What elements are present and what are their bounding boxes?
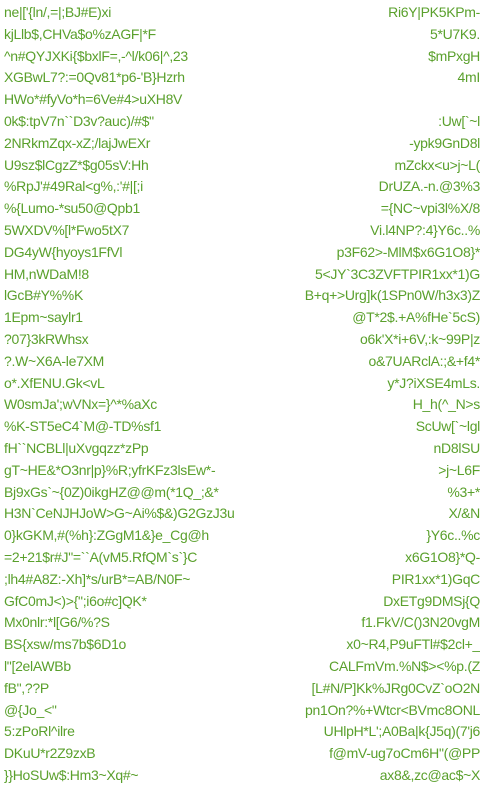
right-text-line: UHlpH*L';A0Ba|k{J5q)(7'j6 <box>323 723 480 740</box>
right-text-line: %3+* <box>447 483 480 500</box>
right-text-line: 5<JY`3C3ZVFTPIR1xx*1)G <box>315 265 480 282</box>
right-text-line: mZckx<u>j~L( <box>394 156 480 173</box>
right-text-line: ={NC~vpi3l%X/8 <box>380 200 480 217</box>
right-text-line: >j~L6F <box>438 461 480 478</box>
right-text-line: y*J?iXSE4mLs. <box>387 374 480 391</box>
right-text-line: x6G1O8}*Q- <box>405 548 480 565</box>
right-text-line: @T*2$.+A%fHe`5cS) <box>352 309 480 326</box>
right-text-line: H_h(^_N>s <box>412 396 480 413</box>
right-text-line: DxETg9DMSj{Q <box>383 592 480 609</box>
right-text-line: o&7UARclA:;&+f4* <box>368 352 480 369</box>
right-text-line: 4mI <box>457 69 480 86</box>
right-text-line: x0~R4,P9uFTl#$2cl+_ <box>346 636 480 653</box>
right-text-line: nD8lSU <box>433 439 480 456</box>
right-text-line: 5*U7K9. <box>429 25 480 42</box>
right-text-column: Ri6Y|PK5KPm- 5*U7K9. $mPxgH 4mI :Uw[`~l -ypk9… <box>230 2 480 787</box>
right-text-line: f@mV-ug7oCm6H"(@PP <box>329 745 480 762</box>
right-text-line: DrUZA.-n.@3%3 <box>378 178 480 195</box>
right-text-line: X/&N <box>448 505 480 522</box>
right-text-line: pn1On?%+Wtcr<BVmc8ONL <box>305 701 480 718</box>
right-text-line: [L#N/P]Kk%JRg0CvZ`oO2N <box>311 679 480 696</box>
right-text-line: ax8&,zc@ac$~X <box>379 766 480 783</box>
right-text-line: }Y6c..%c <box>426 527 480 544</box>
right-text-line: Vi.l4NP?:4}Y6c..% <box>370 221 480 238</box>
right-text-line: B+q+>Urg]k(1SPn0W/h3x3)Z <box>304 287 480 304</box>
right-text-line: $mPxgH <box>428 47 480 64</box>
right-text-line: PIR1xx*1)GqC <box>391 570 480 587</box>
right-text-line: o6k'X*i+6V,:k~99P|z <box>360 330 480 347</box>
right-text-line: -ypk9GnD8l <box>409 134 480 151</box>
right-text-line: ScUw[`~lgl <box>415 418 480 435</box>
right-text-line: CALFmVm.%N$><%p.(Z <box>329 657 480 674</box>
right-text-line <box>230 89 480 111</box>
right-text-line: p3F62>-MlM$x6G1O8}* <box>336 243 480 260</box>
right-text-line: f1.FkV/C()3N20vgM <box>361 614 480 631</box>
right-text-line: :Uw[`~l <box>438 112 480 129</box>
right-text-line: Ri6Y|PK5KPm- <box>388 4 480 20</box>
